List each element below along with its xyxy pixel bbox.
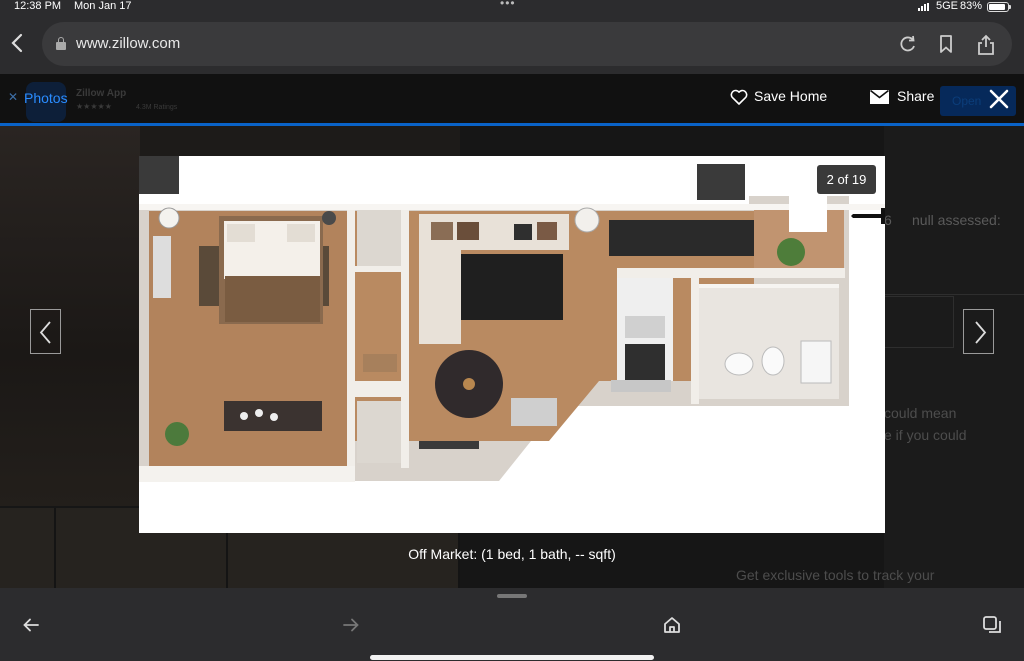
background-text: could mean (884, 405, 957, 421)
heart-icon (730, 89, 748, 105)
app-banner-name: Zillow App (76, 88, 127, 99)
background-box (884, 296, 954, 348)
browser-toolbar: www.zillow.com (0, 14, 1024, 74)
save-home-label: Save Home (754, 88, 828, 104)
photo-viewer-header: Zillow App ★★★★★ 4.3M Ratings ✕ Photos S… (0, 74, 1024, 126)
multitasking-dots-icon[interactable]: ••• (500, 0, 516, 10)
status-bar: 12:38 PM Mon Jan 17 ••• 5GE 83% (0, 0, 1024, 14)
background-text: e if you could (884, 427, 967, 443)
status-time: 12:38 PM (14, 0, 62, 12)
app-banner-stars: ★★★★★ (76, 102, 112, 111)
close-viewer-button[interactable] (988, 88, 1010, 110)
status-date: Mon Jan 17 (74, 0, 132, 12)
background-text: null assessed: (912, 212, 1001, 228)
toolbar-grabber[interactable] (497, 594, 527, 598)
background-text: 6 (884, 212, 892, 228)
floor-plan-photo (139, 156, 885, 533)
background-details-panel (884, 126, 1024, 588)
bookmark-icon[interactable] (936, 34, 956, 54)
network-type: 5GE (936, 0, 959, 12)
chevron-right-icon (975, 321, 987, 344)
chevron-left-icon (39, 321, 51, 344)
previous-photo-button[interactable] (30, 309, 61, 354)
floor-plan-rendering (139, 156, 885, 533)
tab-photos[interactable]: Photos (24, 90, 68, 106)
browser-back-button[interactable] (10, 32, 30, 56)
background-text: Get exclusive tools to track your (736, 567, 935, 583)
share-icon[interactable] (976, 34, 996, 55)
battery-icon (987, 2, 1011, 12)
photo-counter: 2 of 19 (817, 165, 876, 194)
back-arrow-icon[interactable] (20, 614, 42, 636)
banner-close-icon[interactable]: ✕ (8, 90, 18, 104)
forward-arrow-icon[interactable] (340, 614, 362, 636)
address-bar[interactable]: www.zillow.com (42, 22, 1012, 66)
next-photo-button[interactable] (963, 309, 994, 354)
app-banner-ratings: 4.3M Ratings (136, 104, 178, 111)
home-indicator[interactable] (370, 655, 654, 660)
envelope-icon (870, 90, 889, 104)
share-label: Share (897, 88, 935, 104)
lock-icon (56, 37, 66, 50)
battery-percent: 83% (960, 0, 983, 12)
home-icon[interactable] (661, 614, 683, 636)
background-photo (0, 126, 140, 506)
reload-icon[interactable] (898, 34, 918, 54)
chevron-left-icon (11, 33, 23, 53)
url-text: www.zillow.com (76, 35, 181, 52)
ipad-screen: 12:38 PM Mon Jan 17 ••• 5GE 83% www.zill… (0, 0, 1024, 661)
photo-caption: Off Market: (1 bed, 1 bath, -- sqft) (408, 546, 616, 562)
tabs-icon[interactable] (981, 614, 1003, 636)
divider (884, 294, 1024, 295)
cellular-signal-icon (918, 3, 932, 11)
browser-bottom-toolbar (0, 588, 1024, 661)
